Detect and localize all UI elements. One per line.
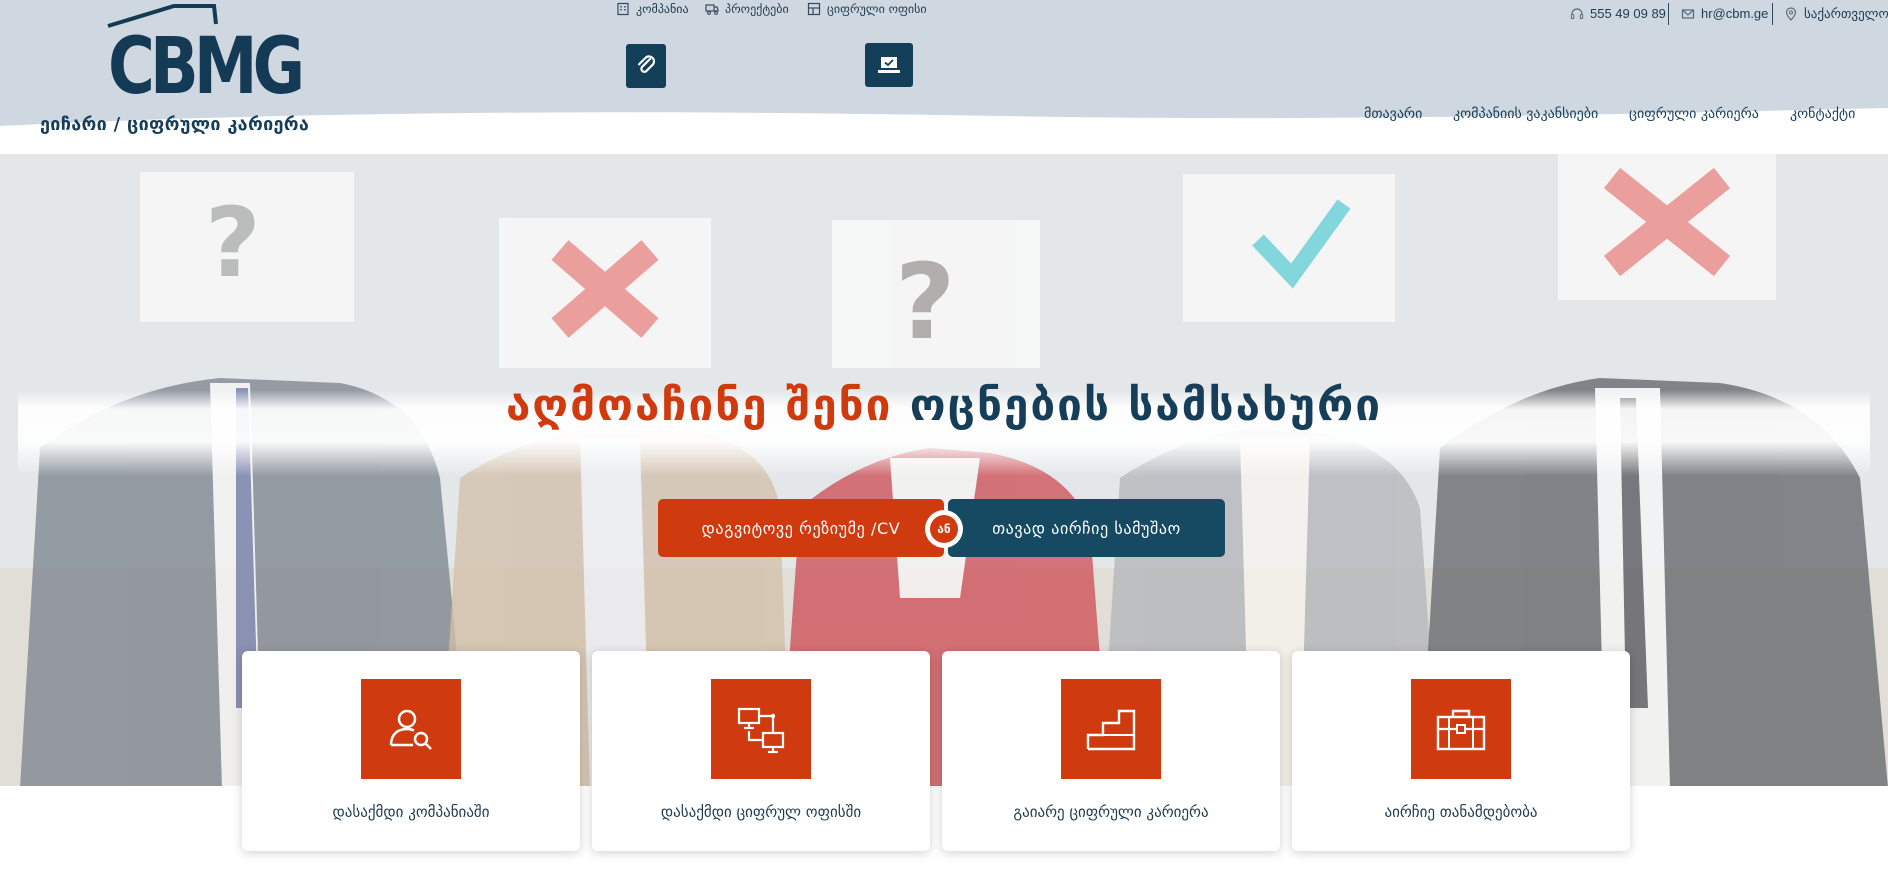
- logo-text: CBMG: [108, 22, 305, 112]
- card-label: დასაქმდი ციფრულ ოფისში: [660, 803, 862, 821]
- nav-digital-career[interactable]: ციფრული კარიერა: [1629, 106, 1759, 122]
- mail-icon: [1681, 8, 1695, 19]
- contact-email[interactable]: hr@cbm.ge: [1681, 6, 1768, 21]
- contact-phone[interactable]: 555 49 09 89: [1570, 6, 1666, 21]
- card-icon-box: [711, 679, 811, 779]
- laptop-check-icon: [878, 57, 900, 73]
- map-pin-icon: [1785, 7, 1797, 21]
- topnav-company[interactable]: კომპანია: [616, 2, 689, 16]
- quick-link-attach[interactable]: [626, 44, 666, 88]
- cbmg-logo[interactable]: CBMG: [104, 2, 305, 106]
- contact-location[interactable]: საქართველო: [1784, 6, 1888, 22]
- card-choose-position[interactable]: აირჩიე თანამდებობა: [1292, 651, 1630, 851]
- topnav-projects[interactable]: პროექტები: [705, 2, 789, 16]
- choose-job-button[interactable]: თავად აირჩიე სამუშაო: [948, 499, 1225, 557]
- card-icon-box: [1411, 679, 1511, 779]
- quick-link-laptop[interactable]: [865, 43, 913, 87]
- nav-contact[interactable]: კონტაქტი: [1790, 106, 1855, 122]
- card-label: აირჩიე თანამდებობა: [1384, 803, 1538, 821]
- card-digital-career[interactable]: გაიარე ციფრული კარიერა: [942, 651, 1280, 851]
- or-badge: ან: [925, 510, 963, 548]
- office-icon: [807, 2, 821, 16]
- nav-company-vacancies[interactable]: კომპანიის ვაკანსიები: [1453, 106, 1598, 122]
- headset-icon: [1570, 7, 1584, 19]
- topnav-projects-label: პროექტები: [725, 2, 789, 16]
- contact-phone-text: 555 49 09 89: [1590, 6, 1666, 21]
- hero-headline: აღმოაჩინე შენი ოცნების სამსახური: [0, 380, 1888, 431]
- contact-location-text: საქართველო: [1804, 6, 1888, 21]
- truck-icon: [705, 4, 719, 15]
- user-search-icon: [389, 709, 432, 750]
- breadcrumb: ეიჩარი / ციფრული კარიერა: [40, 114, 310, 135]
- briefcase-icon: [1436, 709, 1486, 751]
- topnav-company-label: კომპანია: [636, 2, 689, 16]
- topnav-digital-office-label: ციფრული ოფისი: [827, 2, 927, 16]
- contact-divider: [1772, 3, 1773, 25]
- card-label: დასაქმდი კომპანიაში: [332, 803, 490, 821]
- network-monitors-icon: [737, 707, 785, 754]
- topnav-digital-office[interactable]: ციფრული ოფისი: [807, 2, 927, 16]
- nav-home[interactable]: მთავარი: [1364, 106, 1422, 122]
- or-badge-label: ან: [930, 515, 958, 543]
- site-header: CBMG კომპანია პროექტები ციფრული ოფისი 55…: [0, 0, 1888, 154]
- card-icon-box: [361, 679, 461, 779]
- card-employment-digital-office[interactable]: დასაქმდი ციფრულ ოფისში: [592, 651, 930, 851]
- leave-cv-button[interactable]: დაგვიტოვე რეზიუმე /CV: [658, 499, 944, 557]
- paperclip-icon: [637, 55, 656, 73]
- hero-headline-part1: აღმოაჩინე შენი: [505, 380, 893, 431]
- card-employment-company[interactable]: დასაქმდი კომპანიაში: [242, 651, 580, 851]
- hero-headline-part2: ოცნების სამსახური: [909, 380, 1383, 431]
- contact-divider: [1668, 3, 1669, 25]
- card-label: გაიარე ციფრული კარიერა: [1013, 803, 1209, 821]
- building-icon: [617, 2, 629, 16]
- steps-icon: [1086, 709, 1136, 751]
- card-icon-box: [1061, 679, 1161, 779]
- contact-email-text: hr@cbm.ge: [1701, 6, 1769, 21]
